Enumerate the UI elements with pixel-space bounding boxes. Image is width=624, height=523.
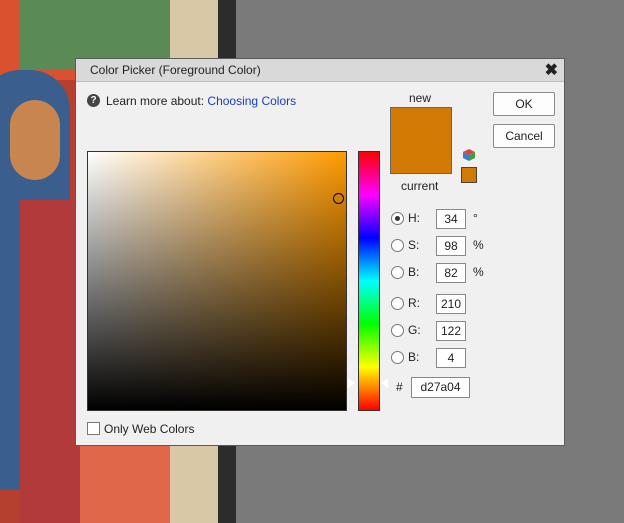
red-label: R: [408, 296, 420, 310]
brightness-label: B: [408, 265, 420, 279]
title-bar[interactable]: Color Picker (Foreground Color) ✖ [76, 59, 564, 82]
saturation-input[interactable]: 98 [436, 236, 466, 256]
hue-slider[interactable] [358, 151, 380, 411]
only-web-colors-option[interactable]: Only Web Colors [87, 421, 194, 436]
saturation-brightness-field[interactable] [87, 151, 347, 411]
green-input[interactable]: 122 [436, 321, 466, 341]
new-color-label: new [409, 91, 432, 105]
green-radio[interactable] [391, 324, 404, 337]
current-color-label: current [401, 179, 439, 193]
green-label: G: [408, 323, 421, 337]
saturation-unit: % [473, 238, 484, 252]
current-color-swatch[interactable] [390, 139, 452, 174]
only-web-colors-label: Only Web Colors [104, 421, 195, 436]
color-picker-marker[interactable] [333, 193, 344, 204]
brightness-input[interactable]: 82 [436, 263, 466, 283]
blue-input[interactable]: 4 [436, 348, 466, 368]
close-icon[interactable]: ✖ [545, 60, 558, 80]
hue-input[interactable]: 34 [436, 209, 466, 229]
new-color-swatch [390, 107, 452, 140]
red-input[interactable]: 210 [436, 294, 466, 314]
hue-label: H: [408, 211, 420, 225]
hue-radio[interactable] [391, 212, 404, 225]
help-row: ? Learn more about: Choosing Colors [87, 93, 296, 108]
web-color-cube-icon[interactable] [462, 148, 476, 162]
brightness-radio[interactable] [391, 266, 404, 279]
web-safe-color-swatch[interactable] [461, 167, 477, 183]
hex-label: # [396, 380, 403, 394]
help-icon: ? [87, 94, 100, 108]
red-radio[interactable] [391, 297, 404, 310]
blue-radio[interactable] [391, 351, 404, 364]
saturation-label: S: [408, 238, 420, 252]
hue-slider-handle-left[interactable] [348, 378, 355, 388]
hex-input[interactable]: d27a04 [411, 377, 470, 398]
ok-button[interactable]: OK [493, 92, 555, 116]
hue-slider-handle-right[interactable] [381, 378, 388, 388]
choosing-colors-link[interactable]: Choosing Colors [207, 94, 296, 108]
only-web-colors-checkbox[interactable] [87, 422, 100, 436]
help-text: Learn more about: [106, 93, 205, 108]
saturation-radio[interactable] [391, 239, 404, 252]
color-picker-dialog: Color Picker (Foreground Color) ✖ ? Learn… [75, 58, 565, 446]
cancel-button[interactable]: Cancel [493, 124, 555, 148]
dialog-title: Color Picker (Foreground Color) [90, 63, 261, 77]
brightness-unit: % [473, 265, 484, 279]
hue-unit: ° [473, 211, 478, 225]
blue-label: B: [408, 350, 420, 364]
